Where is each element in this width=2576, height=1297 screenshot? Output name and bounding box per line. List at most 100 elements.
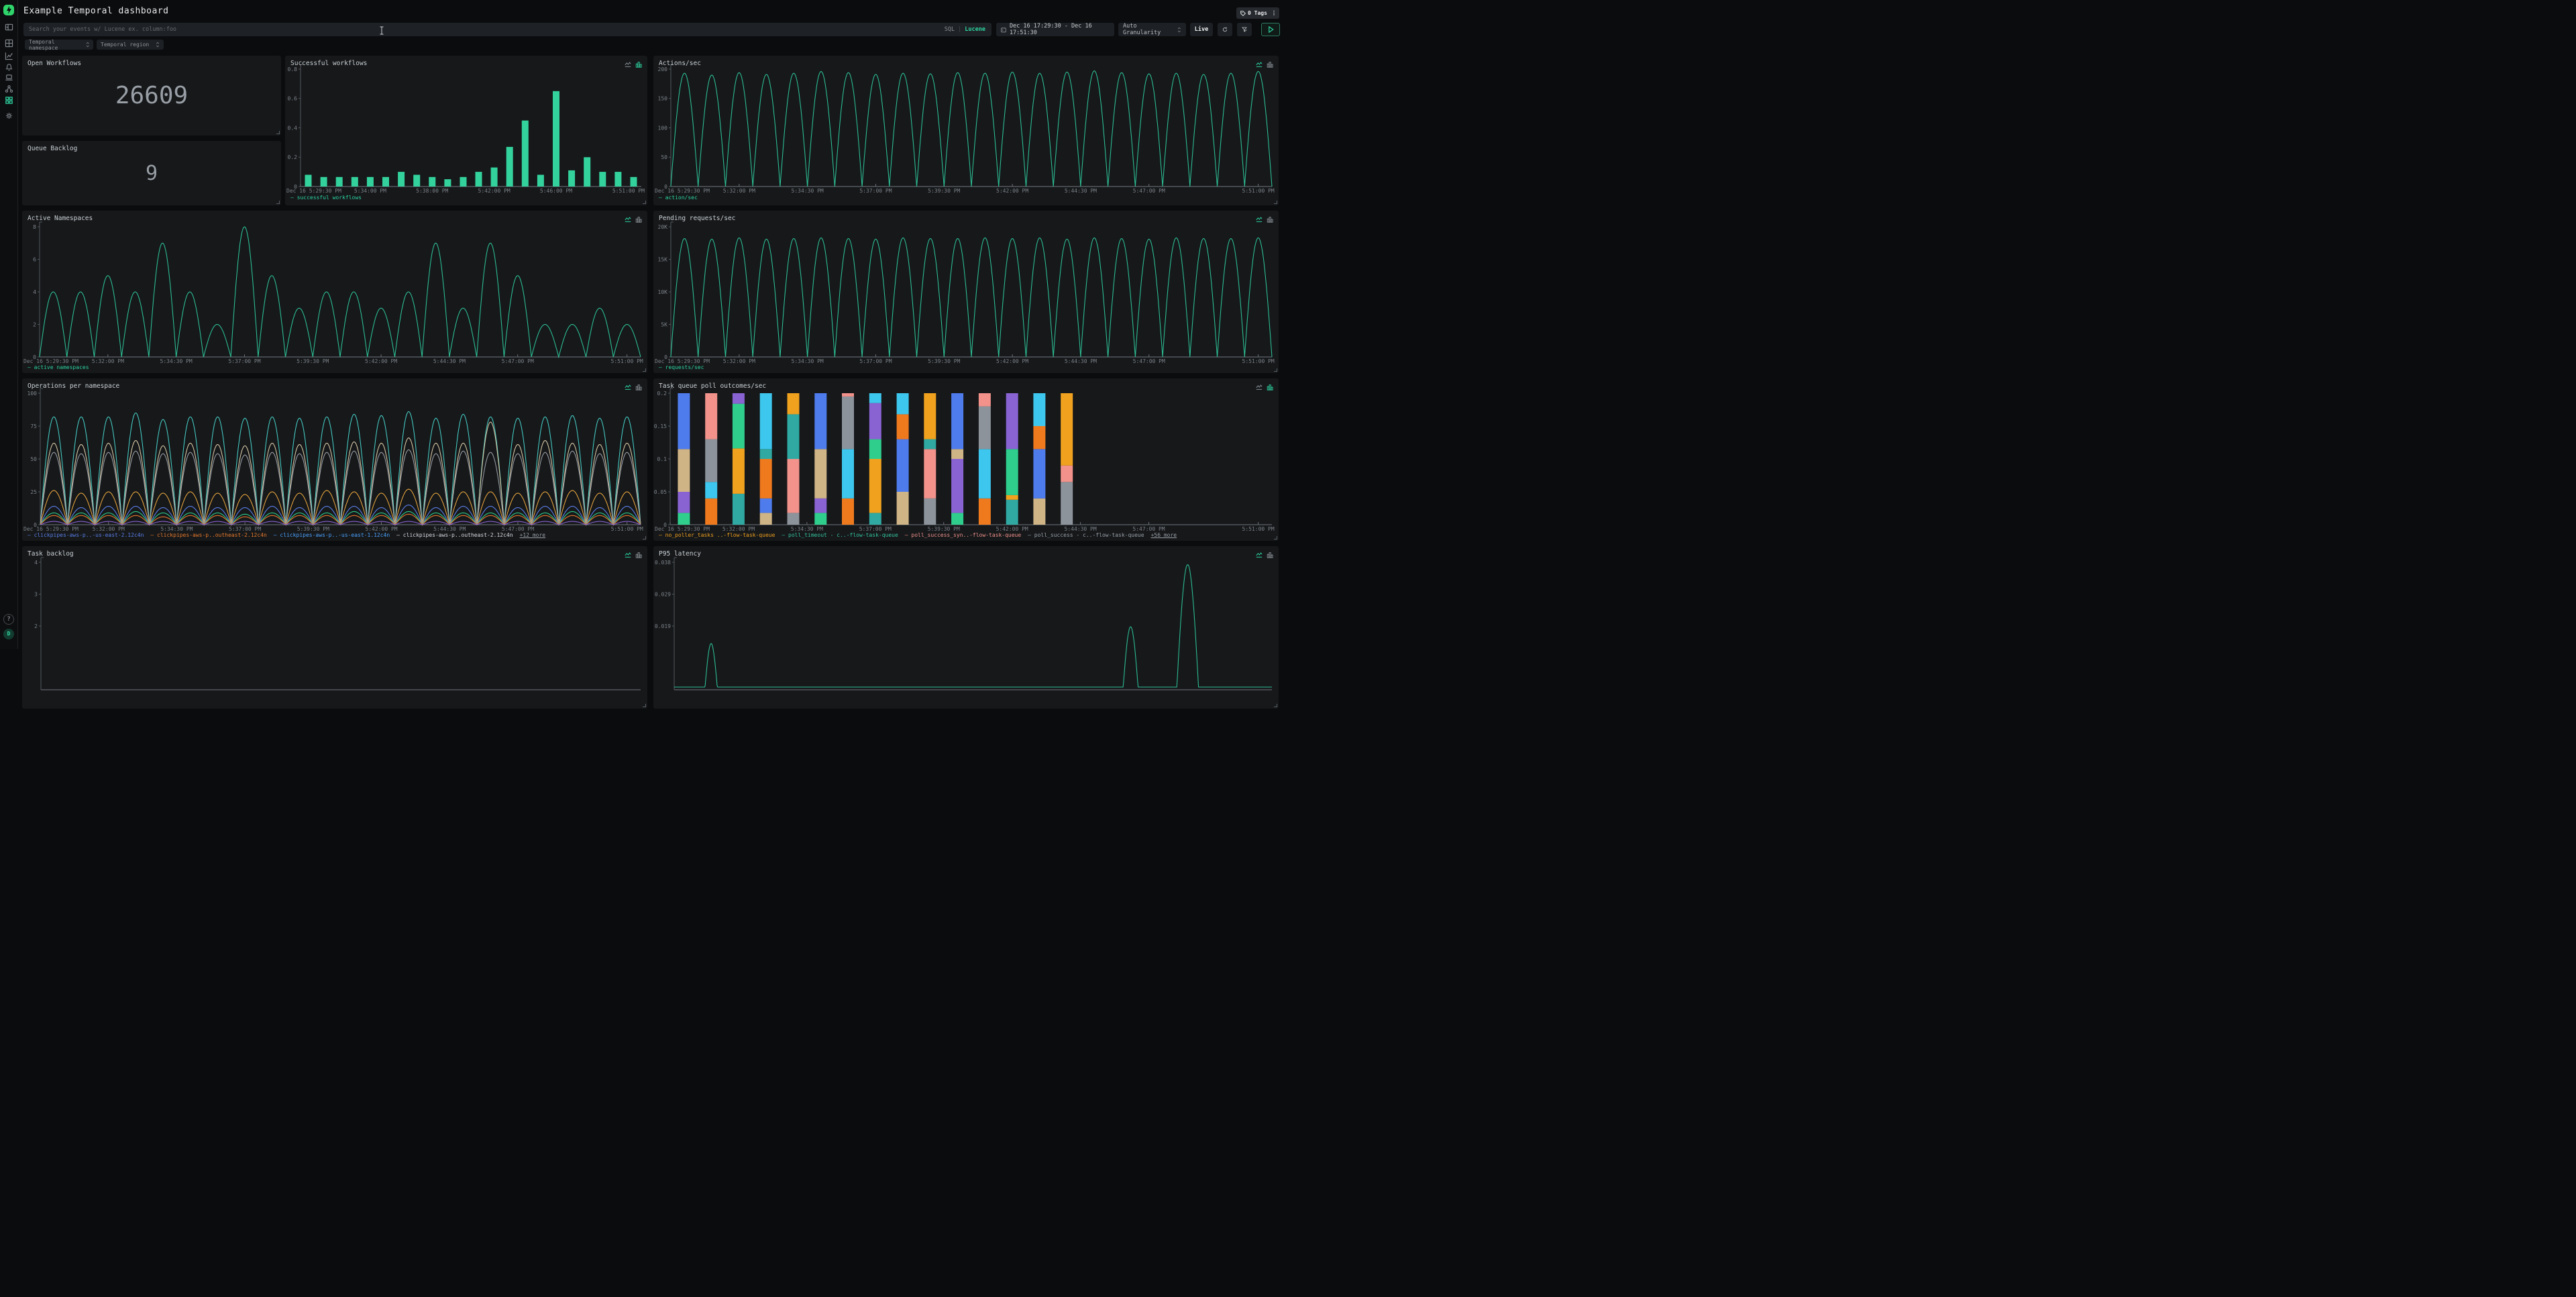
line-chart-icon[interactable] — [1256, 216, 1263, 223]
line-chart-icon[interactable] — [1256, 61, 1263, 68]
svg-text:0.05: 0.05 — [654, 489, 667, 495]
chart-mode-toggle[interactable] — [1256, 552, 1273, 558]
resize-handle[interactable] — [276, 131, 280, 134]
dashboards-grid-icon[interactable] — [5, 96, 13, 105]
play-icon — [1268, 26, 1274, 33]
svg-text:5:47:00 PM: 5:47:00 PM — [1133, 358, 1165, 364]
run-query-button[interactable] — [1261, 23, 1280, 36]
service-graph-icon[interactable] — [5, 85, 13, 93]
bar-chart-icon[interactable] — [1267, 216, 1273, 223]
help-button[interactable]: ? — [3, 614, 14, 625]
settings-gear-icon[interactable] — [5, 111, 13, 120]
line-chart-icon[interactable] — [625, 61, 631, 68]
bar-chart-icon[interactable] — [1267, 384, 1273, 391]
resize-handle[interactable] — [1274, 368, 1277, 372]
line-chart-icon[interactable] — [1256, 384, 1263, 391]
legend-item[interactable]: — clickpipes-aws-p..outheast-2.12c4n — [396, 532, 513, 538]
resize-handle[interactable] — [1274, 201, 1277, 204]
line-chart-icon[interactable] — [625, 552, 631, 558]
resize-handle[interactable] — [1274, 536, 1277, 539]
svg-text:0.038: 0.038 — [655, 560, 671, 566]
bar-chart-icon[interactable] — [1267, 61, 1273, 68]
resize-handle[interactable] — [643, 201, 646, 204]
chart-mode-toggle[interactable] — [625, 216, 642, 223]
legend-item[interactable]: — clickpipes-aws-p..outheast-2.12c4n — [150, 532, 266, 538]
legend-item[interactable]: — action/sec — [659, 195, 698, 201]
legend-item[interactable]: — clickpipes-aws-p..-us-east-2.12c4n — [28, 532, 144, 538]
panel-title: P95 latency — [659, 550, 701, 558]
legend-more-link[interactable]: +12 more — [520, 532, 546, 538]
chart-mode-toggle[interactable] — [1256, 61, 1273, 68]
alerts-bell-icon[interactable] — [5, 62, 13, 71]
filter-edit-button[interactable] — [1237, 23, 1252, 36]
svg-text:Dec 16 5:29:30 PM: Dec 16 5:29:30 PM — [655, 188, 710, 194]
chart-mode-toggle[interactable] — [625, 61, 642, 68]
panel-title: Task queue poll outcomes/sec — [659, 382, 766, 390]
svg-text:5:34:30 PM: 5:34:30 PM — [792, 188, 824, 194]
svg-text:5:47:00 PM: 5:47:00 PM — [502, 358, 534, 364]
sessions-laptop-icon[interactable] — [5, 73, 13, 82]
legend-item[interactable]: — clickpipes-aws-p..-us-east-1.12c4n — [274, 532, 390, 538]
legend-item[interactable]: — active namespaces — [28, 364, 89, 370]
svg-text:5:37:00 PM: 5:37:00 PM — [859, 188, 892, 194]
chart-legend: — active namespaces — [28, 364, 642, 370]
chart-legend: — clickpipes-aws-p..-us-east-2.12c4n — cl… — [28, 532, 642, 538]
chart-explorer-icon[interactable] — [5, 52, 13, 60]
legend-item[interactable]: — no_poller_tasks ..-flow-task-queue — [659, 532, 775, 538]
legend-item[interactable]: — requests/sec — [659, 364, 704, 370]
svg-text:5:34:30 PM: 5:34:30 PM — [160, 358, 193, 364]
lucene-mode-label[interactable]: Lucene — [965, 26, 985, 33]
live-button[interactable]: Live — [1190, 23, 1213, 36]
bar-chart-icon[interactable] — [635, 216, 642, 223]
chart-mode-toggle[interactable] — [625, 552, 642, 558]
granularity-label: Auto Granularity — [1123, 23, 1174, 36]
line-chart-icon[interactable] — [1256, 552, 1263, 558]
tags-label: 0 Tags — [1248, 10, 1267, 16]
filter-temporal-namespace[interactable]: Temporal namespace — [25, 40, 93, 50]
date-range-picker[interactable]: Dec 16 17:29:30 - Dec 16 17:51:30 — [996, 23, 1114, 36]
panel-active-namespaces: Active Namespaces 02468Dec 16 5:29:30 PM… — [22, 211, 647, 373]
chevron-updown-icon — [86, 42, 89, 48]
resize-handle[interactable] — [643, 704, 646, 707]
sql-mode-label[interactable]: SQL — [945, 26, 955, 33]
svg-text:5:32:00 PM: 5:32:00 PM — [723, 188, 755, 194]
resize-handle[interactable] — [1274, 704, 1277, 707]
legend-item[interactable]: — poll_success - c..-flow-task-queue — [1028, 532, 1144, 538]
legend-item[interactable]: — poll_success_syn..-flow-task-queue — [905, 532, 1021, 538]
chart-mode-toggle[interactable] — [625, 384, 642, 391]
legend-more-link[interactable]: +56 more — [1151, 532, 1177, 538]
resize-handle[interactable] — [643, 368, 646, 372]
bar-chart-icon[interactable] — [635, 61, 642, 68]
query-language-toggle[interactable]: SQL | Lucene — [945, 23, 985, 36]
svg-text:3: 3 — [34, 591, 38, 597]
svg-text:100: 100 — [28, 391, 38, 397]
line-chart-icon[interactable] — [625, 216, 631, 223]
svg-text:2: 2 — [33, 321, 36, 327]
svg-text:50: 50 — [661, 154, 667, 160]
search-input[interactable] — [23, 23, 991, 36]
filter-temporal-region[interactable]: Temporal region — [97, 40, 164, 50]
tags-button[interactable]: 0 Tags — [1236, 7, 1271, 19]
panel-open-workflows: Open Workflows 26609 — [22, 56, 281, 136]
chart-mode-toggle[interactable] — [1256, 216, 1273, 223]
svg-text:5:42:00 PM: 5:42:00 PM — [365, 358, 397, 364]
svg-text:0.6: 0.6 — [288, 96, 298, 102]
views-table-icon[interactable] — [5, 39, 13, 48]
legend-item[interactable]: — poll_timeout - c..-flow-task-queue — [782, 532, 898, 538]
resize-handle[interactable] — [643, 536, 646, 539]
svg-text:5:51:00 PM: 5:51:00 PM — [1242, 526, 1275, 532]
refresh-button[interactable] — [1218, 23, 1232, 36]
bar-chart-icon[interactable] — [635, 384, 642, 391]
bar-chart-icon[interactable] — [635, 552, 642, 558]
kebab-menu-button[interactable]: ⋮ — [1269, 7, 1279, 19]
line-chart-icon[interactable] — [625, 384, 631, 391]
legend-item[interactable]: — successful workflows — [290, 195, 362, 201]
panel-toggle-icon[interactable] — [5, 23, 13, 32]
avatar[interactable]: D — [3, 629, 14, 639]
bar-chart-icon[interactable] — [1267, 552, 1273, 558]
chart-mode-toggle[interactable] — [1256, 384, 1273, 391]
svg-text:5:39:30 PM: 5:39:30 PM — [928, 526, 960, 532]
app-logo-icon[interactable] — [3, 5, 14, 15]
resize-handle[interactable] — [276, 201, 280, 204]
granularity-select[interactable]: Auto Granularity — [1118, 23, 1186, 36]
